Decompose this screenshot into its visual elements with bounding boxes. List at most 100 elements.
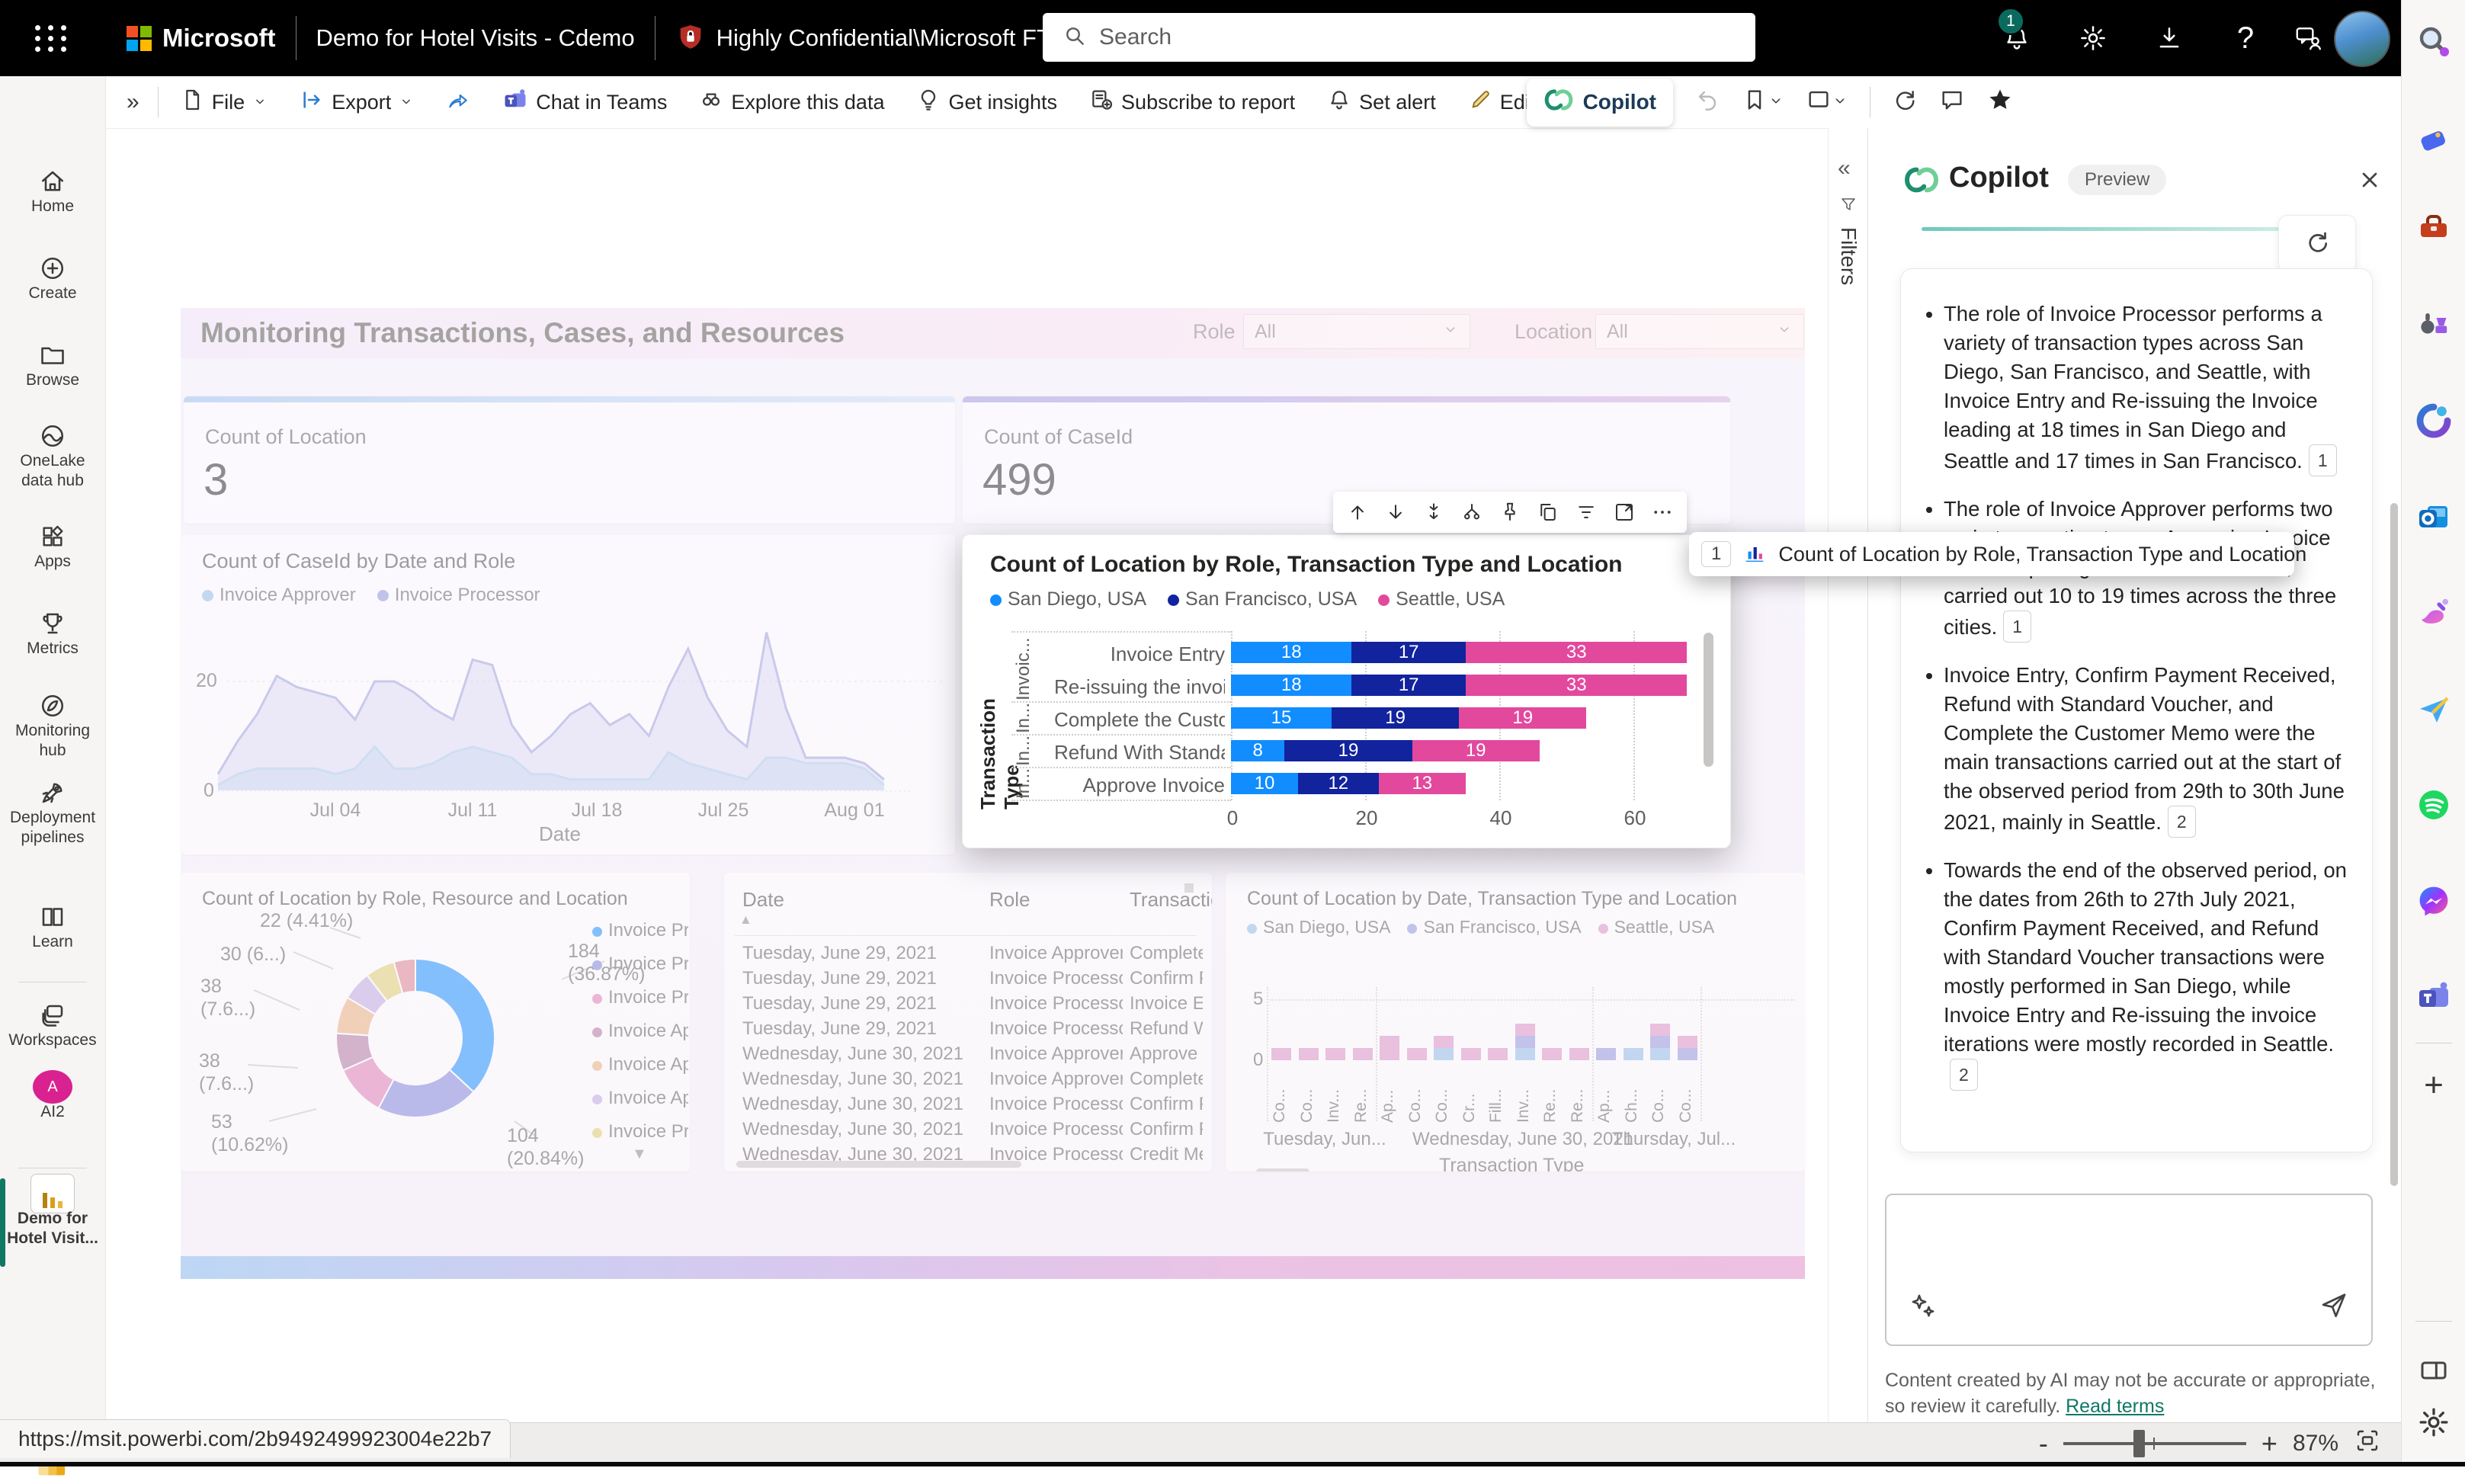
sidebar-item-apps[interactable]: Apps [0, 521, 105, 572]
legend-item[interactable]: Invoice Proc... [592, 920, 688, 941]
download-icon[interactable] [2152, 21, 2186, 55]
read-terms-link[interactable]: Read terms [2066, 1396, 2164, 1417]
drill-down-icon[interactable] [1379, 495, 1412, 529]
toolbar-item-file[interactable]: File [180, 88, 268, 117]
bar-segment[interactable] [1353, 1048, 1373, 1060]
donut-slice[interactable] [415, 959, 495, 1092]
sidebar-item-metrics[interactable]: Metrics [0, 608, 105, 659]
sidebar-item-create[interactable]: Create [0, 253, 105, 303]
bar-segment[interactable] [1461, 1048, 1481, 1060]
sidebar-outlook-icon[interactable] [2414, 497, 2454, 537]
sidebar-item-workspaces[interactable]: Workspaces [0, 1000, 105, 1050]
sidebar-teams-icon[interactable] [2414, 977, 2454, 1017]
send-icon[interactable] [2318, 1288, 2350, 1324]
account-avatar[interactable] [2334, 11, 2390, 67]
sidebar-item-deployment[interactable]: Deploymentpipelines [0, 777, 105, 848]
legend-item[interactable]: Invoice Appr... [592, 1054, 688, 1075]
bar-segment[interactable] [1542, 1048, 1562, 1060]
bar-segment[interactable] [1434, 1048, 1454, 1060]
bar-segment[interactable] [1569, 1048, 1589, 1060]
horizontal-scrollbar[interactable] [736, 1161, 1021, 1168]
bar-segment[interactable] [1515, 1024, 1535, 1036]
zoom-out-button[interactable]: - [2039, 1428, 2048, 1460]
area-chart-caseid-by-date[interactable]: Count of CaseId by Date and Role Invoice… [181, 534, 955, 854]
help-icon[interactable]: ? [2229, 21, 2262, 55]
bar-segment[interactable] [1380, 1036, 1399, 1060]
bar-segment[interactable] [1325, 1048, 1345, 1060]
bar-segment[interactable] [1515, 1048, 1535, 1060]
sidebar-split-screen-icon[interactable] [2414, 1351, 2454, 1390]
legend-item[interactable]: Invoice Proc... [592, 954, 688, 975]
bar-segment[interactable] [1650, 1048, 1670, 1060]
drill-mode-icon[interactable] [1455, 495, 1489, 529]
more-options-icon[interactable] [1646, 495, 1679, 529]
legend-item[interactable]: San Diego, USA [1263, 917, 1390, 937]
sidebar-send-icon[interactable] [2414, 689, 2454, 729]
bar-segment[interactable]: 33 [1466, 642, 1687, 663]
fit-to-page-icon[interactable] [2354, 1427, 2381, 1460]
table-visual[interactable]: DateRoleTransaction ▲ Tuesday, June 29, … [724, 873, 1212, 1171]
bar-segment[interactable]: 17 [1351, 675, 1466, 696]
toolbar-item-edit[interactable]: Edit [1468, 88, 1536, 117]
citation-chip[interactable]: 2 [1950, 1059, 1978, 1091]
citation-chip[interactable]: 2 [2168, 806, 2196, 838]
focused-visual-stacked-bar[interactable]: Count of Location by Role, Transaction T… [962, 534, 1731, 848]
filters-icon[interactable] [1569, 495, 1603, 529]
bar-segment[interactable]: 19 [1459, 707, 1586, 729]
feedback-icon[interactable] [2291, 21, 2325, 55]
column-grip[interactable] [1184, 883, 1194, 893]
toolbar-item-explore-this-data[interactable]: Explore this data [699, 88, 884, 117]
sidebar-settings-icon[interactable] [2414, 1402, 2454, 1442]
bar-segment[interactable] [1596, 1048, 1616, 1060]
sidebar-messenger-icon[interactable] [2414, 881, 2454, 921]
document-title[interactable]: Demo for Hotel Visits - Cdemo [316, 24, 635, 52]
bar-segment[interactable] [1515, 1036, 1535, 1048]
favorite-star-icon[interactable] [1986, 86, 2014, 119]
column-header[interactable]: Date [742, 888, 784, 912]
expand-filters-icon[interactable]: « [1838, 155, 1851, 181]
sidebar-shopping-icon[interactable] [2414, 120, 2454, 160]
bar-segment[interactable] [1407, 1048, 1427, 1060]
app-launcher-icon[interactable] [35, 25, 69, 52]
legend-item[interactable]: Seattle, USA [1396, 588, 1505, 610]
zoom-slider[interactable] [2063, 1442, 2246, 1445]
legend-item[interactable]: Invoice Proc... [592, 987, 688, 1008]
bar-segment[interactable]: 10 [1231, 773, 1298, 794]
copy-visual-icon[interactable] [1531, 495, 1565, 529]
kpi-card-location[interactable]: Count of Location 3 [184, 396, 955, 524]
sidebar-item-browse[interactable]: Browse [0, 340, 105, 390]
sidebar-games-icon[interactable] [2414, 303, 2454, 343]
legend-item[interactable]: Invoice Appr... [592, 1021, 688, 1042]
bar-segment[interactable]: 19 [1284, 740, 1412, 761]
bar-segment[interactable] [1650, 1024, 1670, 1036]
expand-all-icon[interactable] [1417, 495, 1450, 529]
bar-segment[interactable]: 12 [1298, 773, 1379, 794]
copilot-toolbar-button[interactable]: Copilot [1527, 79, 1673, 127]
undo-icon[interactable] [1694, 87, 1720, 118]
settings-icon[interactable] [2076, 21, 2110, 55]
bar-segment[interactable] [1678, 1036, 1697, 1048]
sensitivity-label[interactable]: Highly Confidential\Microsoft FTE [716, 24, 1067, 52]
pin-visual-icon[interactable] [1493, 495, 1527, 529]
legend-overflow-icon[interactable]: ▼ [632, 1146, 647, 1163]
toolbar-item-get-insights[interactable]: Get insights [916, 88, 1057, 117]
column-header[interactable]: Transaction [1130, 888, 1212, 912]
vertical-scrollbar[interactable] [1704, 633, 1713, 767]
sidebar-add-icon[interactable]: + [2414, 1066, 2454, 1105]
bar-segment[interactable]: 18 [1231, 642, 1351, 663]
toolbar-item-set-alert[interactable]: Set alert [1327, 88, 1436, 117]
bar-segment[interactable] [1434, 1036, 1454, 1048]
citation-chip[interactable]: 1 [2309, 444, 2337, 476]
bar-segment[interactable]: 18 [1231, 675, 1351, 696]
view-button[interactable] [1806, 87, 1848, 118]
sidebar-item-learn[interactable]: Learn [0, 902, 105, 952]
bar-segment[interactable]: 17 [1351, 642, 1466, 663]
sidebar-item-demo-for[interactable]: Demo forHotel Visit... [0, 1178, 105, 1248]
legend-item[interactable]: San Diego, USA [1008, 588, 1146, 610]
toolbar-item-export[interactable]: Export [300, 88, 414, 117]
zoom-in-button[interactable]: + [2261, 1428, 2277, 1460]
bar-segment[interactable]: 15 [1231, 707, 1332, 729]
citation-visual-name[interactable]: Count of Location by Role, Transaction T… [1778, 543, 2306, 566]
bar-segment[interactable]: 13 [1379, 773, 1466, 794]
bookmarks-button[interactable] [1742, 87, 1784, 118]
